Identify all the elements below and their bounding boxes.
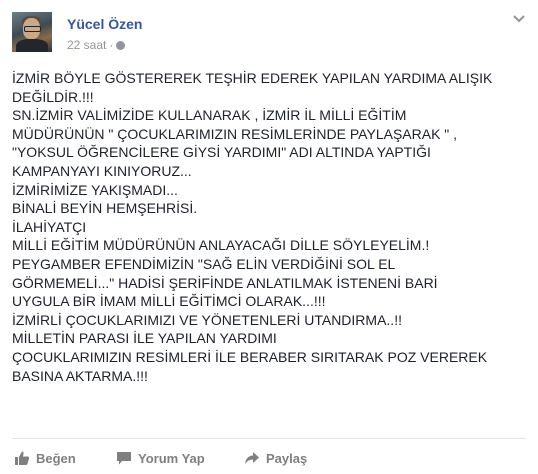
avatar-glasses <box>24 26 41 32</box>
avatar[interactable] <box>12 12 52 52</box>
post-text-line: İLAHİYATÇI <box>12 218 87 235</box>
like-button[interactable]: Beğen <box>14 448 76 468</box>
divider <box>12 438 526 439</box>
post-text-line: DEĞİLDİR.!!! <box>12 88 94 105</box>
chevron-down-icon[interactable] <box>512 14 526 24</box>
post-text-line: İZMİR BÖYLE GÖSTEREREK TEŞHİR EDEREK YAP… <box>12 70 493 86</box>
comment-button[interactable]: Yorum Yap <box>116 448 205 468</box>
post-text-line: MİLLETİN PARASI İLE YAPILAN YARDIMI <box>12 330 277 347</box>
post-text-line: KAMPANYAYI KINIYORUZ... <box>12 162 192 179</box>
post-text-line: UYGULA BİR İMAM MİLLİ EĞİTİMCİ OLARAK...… <box>12 293 326 310</box>
post-text-line: İZMİRLİ ÇOCUKLARIMIZI VE YÖNETENLERİ UTA… <box>12 311 402 328</box>
avatar-body <box>16 39 48 52</box>
comment-label: Yorum Yap <box>138 450 205 466</box>
post-body: İZMİR BÖYLE GÖSTEREREK TEŞHİR EDEREK YAP… <box>12 69 532 385</box>
like-label: Beğen <box>36 450 76 466</box>
comment-icon <box>117 452 131 465</box>
post-text-line: ÇOCUKLARIMIZIN RESİMLERİ İLE BERABER SIR… <box>12 348 488 365</box>
share-icon <box>245 452 259 464</box>
author-name[interactable]: Yücel Özen <box>67 16 142 32</box>
post-meta: 22 saat · <box>67 38 126 52</box>
share-button[interactable]: Paylaş <box>244 448 307 468</box>
post-text-line: İZMİRİMİZE YAKIŞMADI... <box>12 181 178 198</box>
facebook-post: Yücel Özen 22 saat · İZMİR BÖYLE GÖSTERER… <box>0 0 538 474</box>
post-text-line: GÖRMEMELİ..." HADİSİ ŞERİFİNDE ANLATILMA… <box>12 274 438 291</box>
post-timestamp[interactable]: 22 saat <box>67 38 106 52</box>
post-text-line: BASINA AKTARMA.!!! <box>12 367 148 384</box>
thumbs-up-icon <box>15 451 30 465</box>
post-text-line: MİLLİ EĞİTİM MÜDÜRÜNÜN ANLAYACAĞI DİLLE … <box>12 237 430 254</box>
meta-separator: · <box>109 38 114 52</box>
post-text-line: "YOKSUL ÖĞRENCİLERE GİYSİ YARDIMI" ADI A… <box>12 144 431 161</box>
share-label: Paylaş <box>266 450 308 466</box>
post-text-line: BİNALİ BEYİN HEMŞEHRİSİ. <box>12 200 198 217</box>
post-text-line: PEYGAMBER EFENDİMİZİN "SAĞ ELİN VERDİĞİN… <box>12 255 396 272</box>
globe-icon[interactable] <box>116 41 126 50</box>
post-text-line: SN.İZMİR VALİMİZİDE KULLANARAK , İZMİR İ… <box>12 107 407 124</box>
action-bar: Beğen Yorum Yap Paylaş <box>12 448 512 468</box>
post-text-line: MÜDÜRÜNÜN " ÇOCUKLARIMIZIN RESİMLERİNDE … <box>12 125 458 142</box>
